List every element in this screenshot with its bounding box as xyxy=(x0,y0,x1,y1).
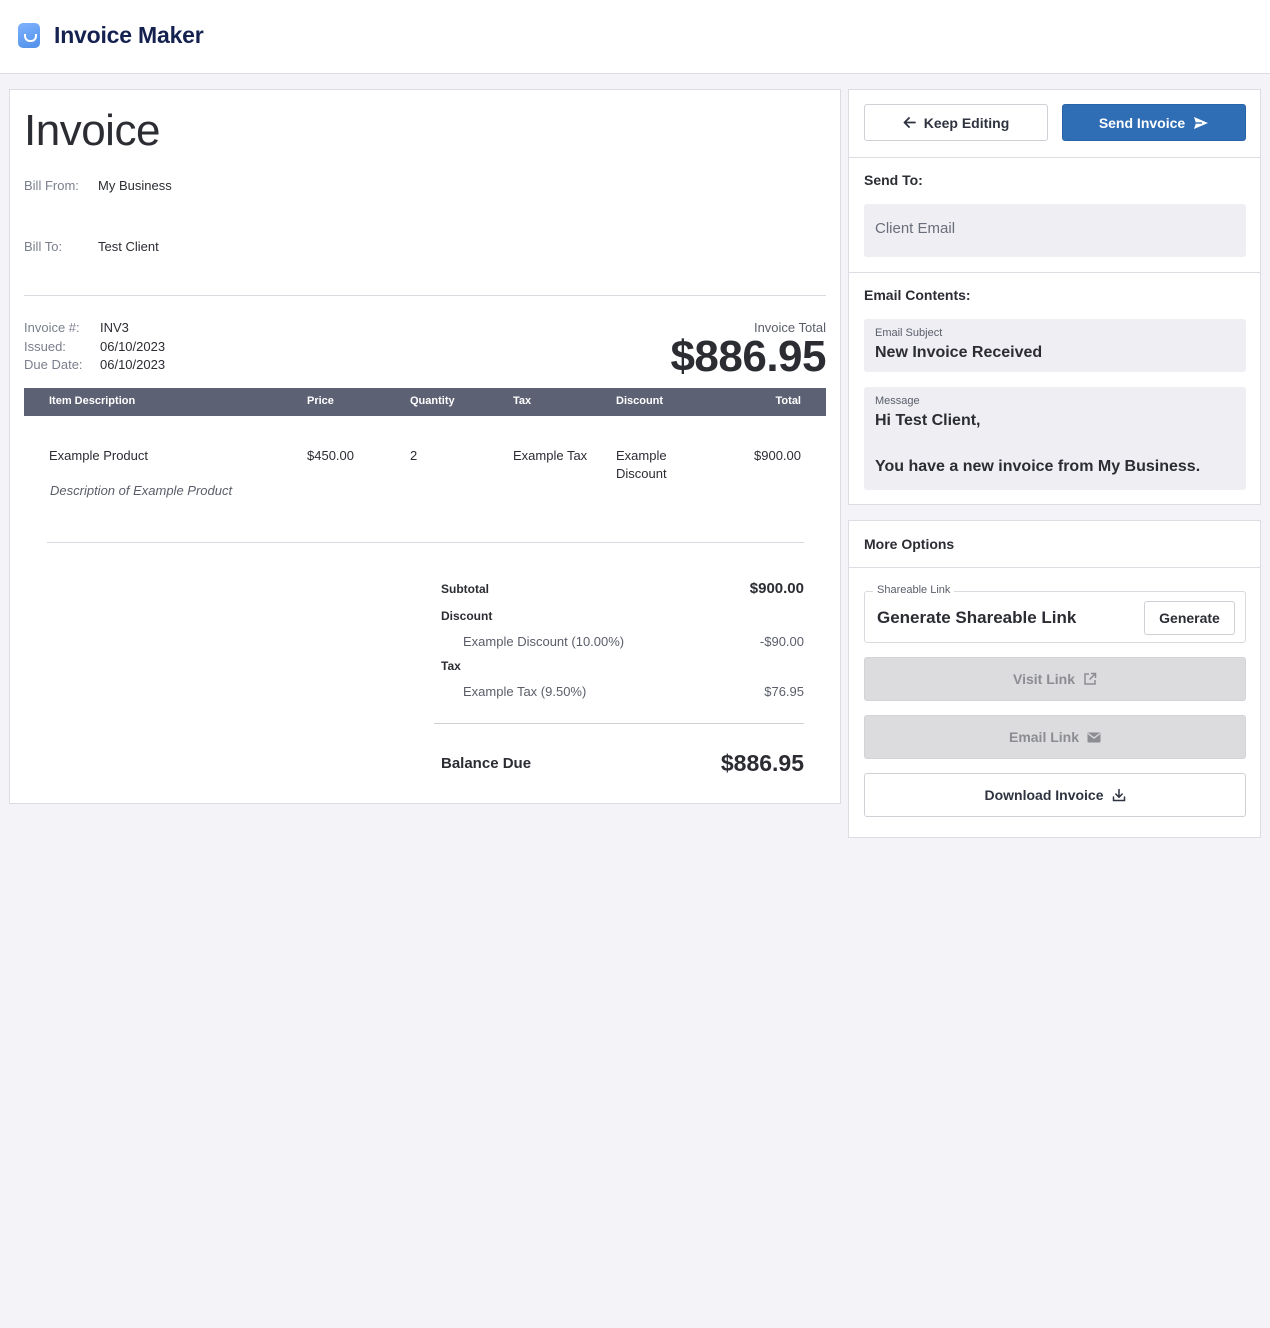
email-link-label: Email Link xyxy=(1008,729,1080,745)
email-subject-label: Email Subject xyxy=(875,327,943,339)
subtotal-label: Subtotal xyxy=(441,582,489,596)
invoice-heading: Invoice xyxy=(24,106,160,155)
app-logo-icon xyxy=(18,23,40,48)
column-header-description: Item Description xyxy=(49,395,136,407)
visit-link-label: Visit Link xyxy=(1013,671,1075,687)
email-contents-title: Email Contents: xyxy=(864,287,971,303)
divider xyxy=(849,157,1260,158)
invoice-number-value: INV3 xyxy=(100,320,129,335)
arrow-left-icon xyxy=(903,116,916,129)
download-invoice-label: Download Invoice xyxy=(984,787,1104,803)
discount-item-label: Example Discount (10.00%) xyxy=(463,634,625,649)
email-subject-field[interactable]: Email Subject New Invoice Received xyxy=(864,319,1246,372)
email-message-field[interactable]: Message Hi Test Client, You have a new i… xyxy=(864,387,1246,490)
divider xyxy=(434,723,804,724)
bill-from-value: My Business xyxy=(98,178,172,193)
envelope-icon xyxy=(1087,732,1101,743)
item-subtext: Description of Example Product xyxy=(50,483,233,498)
more-options-title: More Options xyxy=(864,536,955,552)
issued-label: Issued: xyxy=(24,339,66,354)
shareable-link-legend: Shareable Link xyxy=(873,584,955,596)
divider xyxy=(849,567,1260,568)
app-title: Invoice Maker xyxy=(54,22,204,48)
bill-to-label: Bill To: xyxy=(24,239,63,254)
item-tax: Example Tax xyxy=(513,448,588,463)
top-bar: Invoice Maker xyxy=(0,0,1270,74)
send-to-title: Send To: xyxy=(864,172,923,188)
tax-item-label: Example Tax (9.50%) xyxy=(463,684,587,699)
invoice-preview: Invoice Bill From: My Business Bill To: … xyxy=(9,89,841,804)
item-discount-line2: Discount xyxy=(616,466,667,481)
item-quantity: 2 xyxy=(410,448,418,463)
tax-item-value: $76.95 xyxy=(764,684,804,699)
column-header-discount: Discount xyxy=(616,395,664,407)
tax-label: Tax xyxy=(441,659,461,673)
balance-due-label: Balance Due xyxy=(441,755,532,772)
send-invoice-label: Send Invoice xyxy=(1098,114,1186,131)
message-line-1: Hi Test Client, xyxy=(875,412,981,429)
subtotal-value: $900.00 xyxy=(749,580,804,597)
items-table-header: Item Description Price Quantity Tax Disc… xyxy=(24,388,826,416)
shareable-link-field: Shareable Link Generate Shareable Link G… xyxy=(864,584,1246,643)
send-panel: Keep Editing Send Invoice Send To: Clien… xyxy=(848,89,1261,505)
download-invoice-button[interactable]: Download Invoice xyxy=(864,773,1246,817)
keep-editing-button[interactable]: Keep Editing xyxy=(864,104,1048,141)
item-total: $900.00 xyxy=(754,448,801,463)
external-link-icon xyxy=(1083,672,1097,686)
client-email-placeholder: Client Email xyxy=(875,220,956,237)
email-subject-value: New Invoice Received xyxy=(875,344,1043,361)
item-description: Example Product xyxy=(49,448,148,463)
bill-from-label: Bill From: xyxy=(24,178,79,193)
item-price: $450.00 xyxy=(307,448,354,463)
message-line-2: You have a new invoice from My Business. xyxy=(875,458,1201,475)
column-header-quantity: Quantity xyxy=(410,395,455,407)
keep-editing-label: Keep Editing xyxy=(923,114,1010,131)
email-link-button[interactable]: Email Link xyxy=(864,715,1246,759)
shareable-link-text: Generate Shareable Link xyxy=(877,608,1077,627)
column-header-price: Price xyxy=(307,395,334,407)
send-icon xyxy=(1193,116,1209,130)
discount-label: Discount xyxy=(441,609,493,623)
message-label: Message xyxy=(875,395,920,407)
client-email-input[interactable]: Client Email xyxy=(864,204,1246,257)
column-header-tax: Tax xyxy=(513,395,532,407)
invoice-total-amount: $886.95 xyxy=(670,332,826,381)
divider xyxy=(849,272,1260,273)
divider xyxy=(24,295,826,296)
item-discount-line1: Example xyxy=(616,448,667,463)
more-options-panel: More Options Shareable Link Generate Sha… xyxy=(848,520,1261,838)
divider xyxy=(47,542,804,543)
discount-item-value: -$90.00 xyxy=(759,634,804,649)
invoice-number-label: Invoice #: xyxy=(24,320,80,335)
send-invoice-button[interactable]: Send Invoice xyxy=(1062,104,1246,141)
due-date-value: 06/10/2023 xyxy=(100,357,166,372)
due-date-label: Due Date: xyxy=(24,357,83,372)
issued-value: 06/10/2023 xyxy=(100,339,166,354)
generate-button[interactable]: Generate xyxy=(1144,601,1235,635)
column-header-total: Total xyxy=(775,395,801,407)
bill-to-value: Test Client xyxy=(98,239,159,254)
visit-link-button[interactable]: Visit Link xyxy=(864,657,1246,701)
balance-due-value: $886.95 xyxy=(720,750,804,776)
download-icon xyxy=(1112,788,1126,802)
item-discount: Example Discount xyxy=(616,447,667,483)
